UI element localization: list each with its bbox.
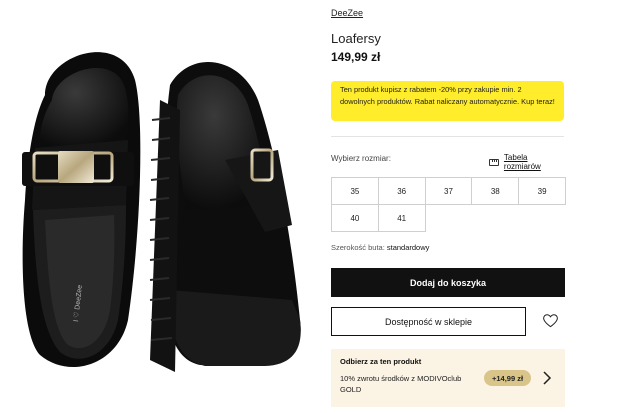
divider <box>331 136 564 137</box>
heart-icon[interactable] <box>543 314 558 328</box>
size-chart-link[interactable]: Tabela rozmiarów <box>489 153 566 171</box>
shoe-width-value: standardowy <box>386 243 430 252</box>
cashback-box[interactable]: Odbierz za ten produkt 10% zwrotu środkó… <box>331 349 565 407</box>
size-grid: 35 36 37 38 39 40 41 <box>331 177 566 232</box>
shoe-width: Szerokość buta: standardowy <box>331 243 429 252</box>
size-option[interactable]: 40 <box>331 204 379 232</box>
size-chart-label: Tabela rozmiarów <box>503 153 541 171</box>
size-option[interactable]: 38 <box>471 177 520 205</box>
size-option[interactable]: 39 <box>518 177 566 205</box>
cashback-amount-badge: +14,99 zł <box>484 370 532 386</box>
size-option[interactable]: 41 <box>377 204 426 232</box>
loafers-photo: I ♡ DeeZee <box>22 52 301 372</box>
product-image[interactable]: I ♡ DeeZee <box>0 0 313 413</box>
ruler-icon <box>489 158 499 166</box>
add-to-cart-button[interactable]: Dodaj do koszyka <box>331 268 565 297</box>
store-availability-button[interactable]: Dostępność w sklepie <box>331 307 526 336</box>
size-option[interactable]: 36 <box>377 177 426 205</box>
cashback-title: Odbierz za ten produkt <box>340 357 422 366</box>
size-label: Wybierz rozmiar: <box>331 154 391 163</box>
size-option[interactable]: 35 <box>331 177 379 205</box>
brand-link[interactable]: DeeZee <box>331 8 363 18</box>
size-option[interactable]: 37 <box>424 177 473 205</box>
shoe-width-label: Szerokość buta: <box>331 243 385 252</box>
product-title: Loafersy <box>331 31 381 46</box>
product-price: 149,99 zł <box>331 50 381 64</box>
promo-banner[interactable]: Ten produkt kupisz z rabatem -20% przy z… <box>331 81 564 121</box>
chevron-right-icon[interactable] <box>541 370 553 386</box>
cashback-text: 10% zwrotu środków z MODIVOclub GOLD <box>340 374 462 394</box>
